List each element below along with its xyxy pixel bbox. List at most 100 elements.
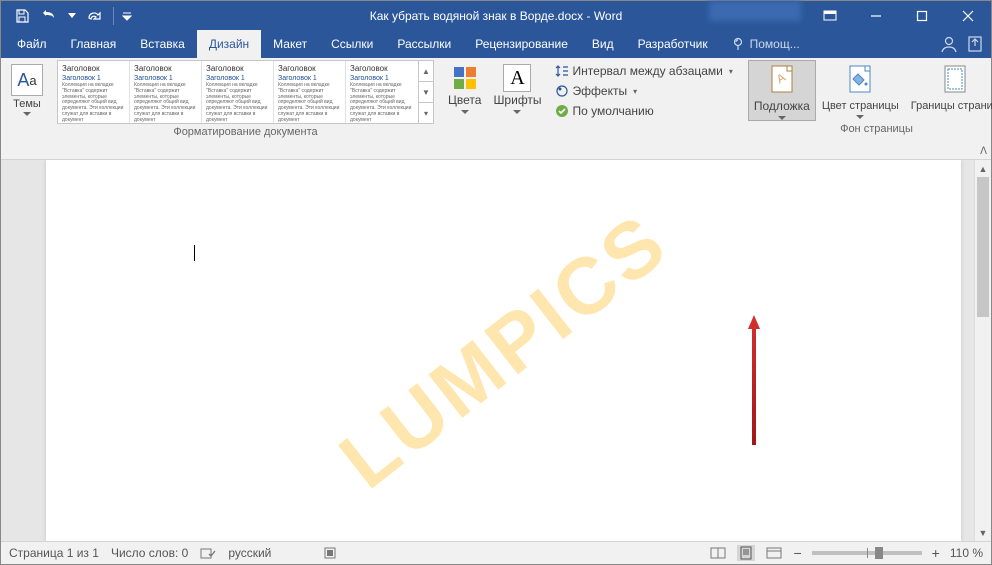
ribbon-options-button[interactable] <box>807 1 853 30</box>
gallery-scroll-up[interactable]: ▲ <box>419 61 433 82</box>
page-borders-label: Границы страниц <box>911 100 992 113</box>
quick-access-toolbar <box>1 2 134 30</box>
close-button[interactable] <box>945 1 991 30</box>
style-set-item[interactable]: Заголовок Заголовок 1 Коллекция на вклад… <box>346 61 418 123</box>
zoom-slider[interactable] <box>812 551 922 555</box>
scroll-down-button[interactable]: ▼ <box>975 524 991 541</box>
chevron-down-icon <box>23 112 31 116</box>
paragraph-spacing-icon <box>555 64 569 78</box>
tell-me-label: Помощ... <box>750 37 800 51</box>
status-bar: Страница 1 из 1 Число слов: 0 русский − … <box>1 541 991 564</box>
document-area: LUMPICS ▲ ▼ <box>1 160 991 541</box>
page-borders-button[interactable]: Границы страниц <box>905 60 992 121</box>
user-account-area[interactable] <box>709 1 801 21</box>
tab-design[interactable]: Дизайн <box>197 30 261 58</box>
proofing-icon[interactable] <box>200 546 216 560</box>
zoom-out-button[interactable]: − <box>793 545 801 561</box>
scroll-track[interactable] <box>975 177 991 524</box>
group-page-background: A Подложка Цвет страницы <box>744 58 992 159</box>
page-color-icon <box>844 64 876 98</box>
watermark-label: Подложка <box>754 99 810 113</box>
tab-file[interactable]: Файл <box>5 30 59 58</box>
style-set-item[interactable]: Заголовок Заголовок 1 Коллекция на вклад… <box>130 61 202 123</box>
style-set-item[interactable]: Заголовок Заголовок 1 Коллекция на вклад… <box>274 61 346 123</box>
undo-button[interactable] <box>37 2 63 30</box>
paragraph-spacing-label: Интервал между абзацами <box>573 64 723 78</box>
scroll-thumb[interactable] <box>977 177 989 317</box>
chevron-down-icon <box>778 116 786 120</box>
set-default-button[interactable]: По умолчанию <box>552 102 736 120</box>
status-page[interactable]: Страница 1 из 1 <box>9 546 99 560</box>
vertical-scrollbar[interactable]: ▲ ▼ <box>974 160 991 541</box>
colors-button[interactable]: Цвета <box>442 60 487 114</box>
title-bar: Как убрать водяной знак в Ворде.docx - W… <box>1 1 991 30</box>
collapse-ribbon-button[interactable]: ᐱ <box>980 146 987 157</box>
save-button[interactable] <box>9 2 35 30</box>
style-set-item[interactable]: Заголовок Заголовок 1 Коллекция на вклад… <box>202 61 274 123</box>
watermark-button[interactable]: A Подложка <box>748 60 816 121</box>
group-formatting-extras: Цвета A Шрифты Интервал между абзацами▾ … <box>438 58 744 159</box>
page-color-label: Цвет страницы <box>822 100 899 113</box>
ribbon-tabs: Файл Главная Вставка Дизайн Макет Ссылки… <box>1 30 991 58</box>
paragraph-spacing-button[interactable]: Интервал между абзацами▾ <box>552 62 736 80</box>
effects-icon <box>555 84 569 98</box>
tab-review[interactable]: Рецензирование <box>463 30 580 58</box>
tell-me[interactable]: Помощ... <box>720 30 812 58</box>
style-set-gallery[interactable]: Заголовок Заголовок 1 Коллекция на вклад… <box>57 60 434 124</box>
status-language[interactable]: русский <box>228 546 271 560</box>
tab-developer[interactable]: Разработчик <box>626 30 720 58</box>
colors-icon <box>451 64 479 92</box>
gallery-scroll-down[interactable]: ▼ <box>419 82 433 103</box>
page-borders-icon <box>939 64 971 98</box>
fonts-label: Шрифты <box>493 93 541 107</box>
tab-view[interactable]: Вид <box>580 30 626 58</box>
fonts-icon: A <box>503 64 531 92</box>
effects-button[interactable]: Эффекты▾ <box>552 82 736 100</box>
set-default-label: По умолчанию <box>573 104 654 118</box>
share-icon[interactable] <box>965 34 985 54</box>
themes-icon: Aa <box>11 64 43 96</box>
tab-mailings[interactable]: Рассылки <box>385 30 463 58</box>
maximize-button[interactable] <box>899 1 945 30</box>
zoom-in-button[interactable]: + <box>932 545 940 561</box>
formatting-options: Интервал между абзацами▾ Эффекты▾ По умо… <box>548 60 740 122</box>
themes-label: Темы <box>13 98 41 110</box>
qat-customize-button[interactable] <box>120 2 134 30</box>
minimize-button[interactable] <box>853 1 899 30</box>
text-cursor <box>194 245 195 261</box>
read-mode-button[interactable] <box>709 545 727 561</box>
print-layout-button[interactable] <box>737 545 755 561</box>
chevron-down-icon <box>856 115 864 119</box>
ribbon: Aa Темы Заголовок Заголовок 1 Коллекция … <box>1 58 991 160</box>
watermark-icon: A <box>766 64 798 98</box>
account-icon[interactable] <box>939 34 959 54</box>
tab-layout[interactable]: Макет <box>261 30 319 58</box>
zoom-level[interactable]: 110 % <box>950 546 983 560</box>
document-page[interactable]: LUMPICS <box>46 160 961 541</box>
group-label-doc-formatting: Форматирование документа <box>57 124 434 141</box>
watermark-text: LUMPICS <box>322 195 684 506</box>
group-doc-formatting: Заголовок Заголовок 1 Коллекция на вклад… <box>53 58 438 159</box>
macro-icon[interactable] <box>323 546 337 560</box>
undo-dropdown[interactable] <box>65 2 79 30</box>
scroll-up-button[interactable]: ▲ <box>975 160 991 177</box>
tab-home[interactable]: Главная <box>59 30 129 58</box>
tab-references[interactable]: Ссылки <box>319 30 385 58</box>
gallery-expand[interactable]: ▾ <box>419 103 433 123</box>
effects-label: Эффекты <box>573 84 628 98</box>
gallery-scroll: ▲ ▼ ▾ <box>418 61 433 123</box>
fonts-button[interactable]: A Шрифты <box>487 60 547 114</box>
status-word-count[interactable]: Число слов: 0 <box>111 546 188 560</box>
group-label-page-bg: Фон страницы <box>748 121 992 138</box>
window-title: Как убрать водяной знак в Ворде.docx - W… <box>370 9 623 23</box>
web-layout-button[interactable] <box>765 545 783 561</box>
style-set-item[interactable]: Заголовок Заголовок 1 Коллекция на вклад… <box>58 61 130 123</box>
chevron-down-icon <box>513 110 521 114</box>
page-color-button[interactable]: Цвет страницы <box>816 60 905 121</box>
redo-button[interactable] <box>81 2 107 30</box>
chevron-down-icon <box>461 110 469 114</box>
check-icon <box>555 104 569 118</box>
colors-label: Цвета <box>448 93 481 107</box>
tab-insert[interactable]: Вставка <box>128 30 197 58</box>
themes-button[interactable]: Aa Темы <box>5 60 49 116</box>
